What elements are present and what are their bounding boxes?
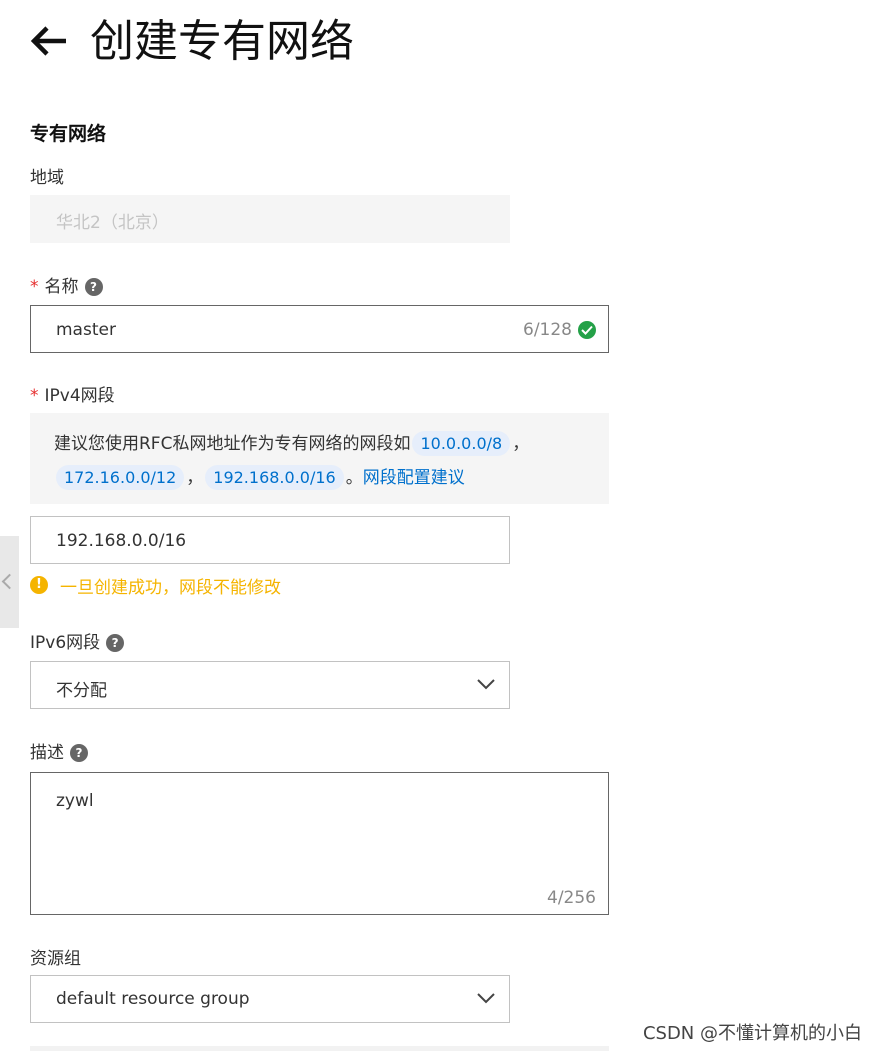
chevron-down-icon <box>477 993 495 1004</box>
ipv4-warning: 一旦创建成功，网段不能修改 <box>60 578 281 598</box>
exclamation-circle-icon: ! <box>30 576 48 594</box>
arrow-left-icon <box>30 26 66 56</box>
check-circle-icon <box>578 321 596 339</box>
description-label: 描述 <box>30 743 64 763</box>
description-value: zywl <box>56 791 94 811</box>
watermark: CSDN @不懂计算机的小白 <box>642 1023 862 1044</box>
ipv4-label: IPv4网段 <box>44 386 115 406</box>
comma: ， <box>186 468 204 488</box>
ipv6-label: IPv6网段 <box>30 633 101 653</box>
name-counter: 6/128 <box>523 320 572 340</box>
page-title: 创建专有网络 <box>90 16 354 67</box>
suggestion-chip[interactable]: 172.16.0.0/12 <box>56 465 185 490</box>
region-field: 华北2（北京） <box>30 195 510 243</box>
comma: ， <box>512 434 530 454</box>
resource-group-selected: default resource group <box>56 989 250 1009</box>
question-icon[interactable]: ? <box>70 744 88 762</box>
name-input[interactable]: master 6/128 <box>30 305 609 353</box>
section-title: 专有网络 <box>30 123 107 145</box>
required-mark: * <box>30 277 39 297</box>
name-label: 名称 <box>44 277 79 297</box>
ipv6-selected: 不分配 <box>56 681 107 701</box>
region-label: 地域 <box>30 168 64 188</box>
question-icon[interactable]: ? <box>106 634 125 652</box>
cidr-advice-link[interactable]: 网段配置建议 <box>363 468 465 488</box>
ipv4-input[interactable]: 192.168.0.0/16 <box>30 516 510 564</box>
ipv4-label-row: * IPv4网段 <box>30 381 115 406</box>
ipv6-select[interactable]: 不分配 <box>30 661 510 709</box>
next-section-edge <box>30 1046 609 1051</box>
region-value: 华北2（北京） <box>56 213 169 233</box>
required-mark: * <box>30 386 39 406</box>
back-button[interactable] <box>28 22 70 60</box>
tip-text: 建议您使用RFC私网地址作为专有网络的网段如 <box>54 434 411 454</box>
suggestion-chip[interactable]: 192.168.0.0/16 <box>205 465 344 490</box>
chevron-down-icon <box>477 679 495 690</box>
ipv4-tip: 建议您使用RFC私网地址作为专有网络的网段如 10.0.0.0/8， 172.16… <box>30 413 609 504</box>
resource-group-label: 资源组 <box>30 949 81 969</box>
tip-line-2: 172.16.0.0/12， 192.168.0.0/16 。网段配置建议 <box>54 463 465 490</box>
description-counter: 4/256 <box>547 888 596 908</box>
name-input-value: master <box>56 320 116 340</box>
description-label-row: 描述? <box>30 738 88 763</box>
resource-group-select[interactable]: default resource group <box>30 975 510 1023</box>
name-label-row: * 名称? <box>30 272 103 297</box>
collapse-tab[interactable] <box>0 536 19 628</box>
ipv4-input-value: 192.168.0.0/16 <box>56 531 187 551</box>
description-textarea[interactable]: zywl 4/256 <box>30 772 609 915</box>
period: 。 <box>345 468 363 488</box>
tip-line-1: 建议您使用RFC私网地址作为专有网络的网段如 10.0.0.0/8， <box>54 429 529 456</box>
ipv6-label-row: IPv6网段? <box>30 628 125 653</box>
question-icon[interactable]: ? <box>84 278 103 296</box>
suggestion-chip[interactable]: 10.0.0.0/8 <box>412 431 511 456</box>
